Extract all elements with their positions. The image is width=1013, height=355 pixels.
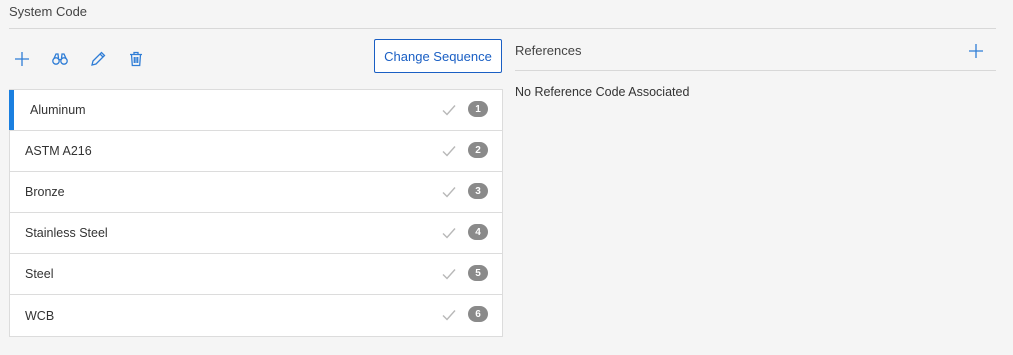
sequence-badge: 5	[468, 265, 488, 281]
pencil-icon[interactable]	[88, 49, 108, 69]
sequence-badge: 2	[468, 142, 488, 158]
check-icon	[442, 269, 456, 280]
list-item-label: Steel	[25, 267, 54, 281]
check-icon	[442, 146, 456, 157]
sequence-badge: 3	[468, 183, 488, 199]
references-title: References	[515, 43, 582, 58]
sequence-badge: 4	[468, 224, 488, 240]
sequence-badge: 6	[468, 306, 488, 322]
list-item-label: Bronze	[25, 185, 65, 199]
references-divider	[515, 70, 996, 71]
references-empty-message: No Reference Code Associated	[515, 85, 690, 99]
plus-icon[interactable]	[966, 41, 986, 61]
list-item-label: Aluminum	[30, 103, 86, 117]
binoculars-icon[interactable]	[50, 49, 70, 69]
list-item[interactable]: WCB 6	[10, 295, 502, 336]
list-item[interactable]: Stainless Steel 4	[10, 213, 502, 254]
list-item-label: WCB	[25, 308, 55, 323]
system-code-list: Aluminum 1 ASTM A216 2 Bronze 3 Stainless Stee…	[9, 89, 503, 337]
section-title: System Code	[9, 4, 88, 19]
title-divider	[9, 28, 996, 29]
list-item[interactable]: Aluminum 1	[9, 90, 502, 131]
list-item-label: Stainless Steel	[25, 226, 108, 240]
list-item[interactable]: ASTM A216 2	[10, 131, 502, 172]
sequence-badge: 1	[468, 101, 488, 117]
plus-icon[interactable]	[12, 49, 32, 69]
list-item[interactable]: Bronze 3	[10, 172, 502, 213]
list-item[interactable]: Steel 5	[10, 254, 502, 295]
trash-icon[interactable]	[126, 49, 146, 69]
change-sequence-button[interactable]: Change Sequence	[374, 39, 502, 73]
check-icon	[442, 105, 456, 116]
list-item-label: ASTM A216	[25, 144, 92, 158]
check-icon	[442, 187, 456, 198]
check-icon	[442, 310, 456, 321]
toolbar	[12, 45, 146, 73]
check-icon	[442, 228, 456, 239]
